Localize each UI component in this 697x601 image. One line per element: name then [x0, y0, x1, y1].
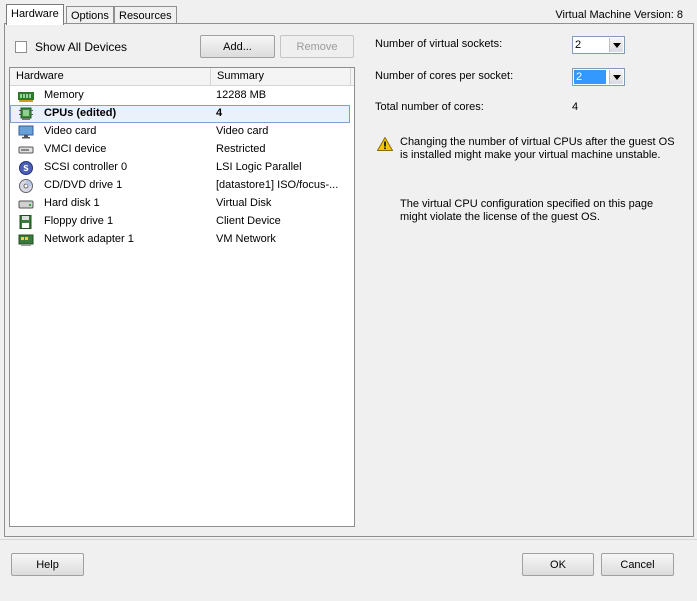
cd-icon [19, 179, 33, 193]
hardware-summary: LSI Logic Parallel [216, 161, 302, 173]
hardware-summary: Restricted [216, 143, 266, 155]
hardware-summary: 12288 MB [216, 89, 267, 101]
hardware-list[interactable]: Hardware Summary Memory 12288 MB CPUs (e… [9, 67, 355, 527]
hardware-row-floppy-drive[interactable]: Floppy drive 1 Client Device [10, 213, 354, 231]
cpu-icon [19, 107, 33, 120]
hardware-summary: Virtual Disk [216, 197, 272, 209]
license-warning: The virtual CPU configuration specified … [400, 198, 654, 223]
footer-divider [0, 539, 697, 540]
floppy-icon [19, 215, 32, 229]
ok-button[interactable]: OK [522, 553, 594, 576]
hardware-row-hard-disk[interactable]: Hard disk 1 Virtual Disk [10, 195, 354, 213]
hardware-summary: VM Network [216, 233, 276, 245]
column-header-hardware[interactable]: Hardware [10, 68, 211, 86]
scsi-icon: S [19, 161, 33, 175]
hardware-row-memory[interactable]: Memory 12288 MB [10, 87, 354, 105]
show-all-devices-label: Show All Devices [35, 40, 128, 54]
hardware-row-cpus[interactable]: CPUs (edited) 4 [10, 105, 354, 123]
show-all-devices[interactable]: Show All Devices [15, 39, 127, 55]
hardware-summary: Video card [216, 125, 269, 137]
hardware-summary: Client Device [216, 215, 281, 227]
chevron-down-icon[interactable] [609, 70, 623, 84]
disk-icon [18, 200, 34, 209]
hardware-row-video-card[interactable]: Video card Video card [10, 123, 354, 141]
warning-icon [377, 137, 393, 151]
hardware-row-network-adapter[interactable]: Network adapter 1 VM Network [10, 231, 354, 249]
memory-icon [18, 92, 34, 102]
hardware-summary: [datastore1] ISO/focus-... [216, 179, 339, 191]
hardware-name: SCSI controller 0 [44, 161, 128, 173]
remove-button[interactable]: Remove [280, 35, 354, 58]
network-icon [18, 234, 34, 246]
hardware-name: Hard disk 1 [44, 197, 100, 209]
hardware-row-vmci-device[interactable]: VMCI device Restricted [10, 141, 354, 159]
hardware-name: VMCI device [44, 143, 107, 155]
hardware-name: Memory [44, 89, 84, 101]
total-cores-label: Total number of cores: [375, 101, 484, 113]
show-all-devices-checkbox[interactable] [15, 41, 27, 53]
hardware-name: Network adapter 1 [44, 233, 134, 245]
tab-hardware[interactable]: Hardware [6, 4, 64, 25]
hardware-row-scsi-controller[interactable]: S SCSI controller 0 LSI Logic Parallel [10, 159, 354, 177]
monitor-icon [18, 125, 34, 139]
add-button[interactable]: Add... [200, 35, 275, 58]
vm-version-label: Virtual Machine Version: 8 [555, 9, 683, 21]
cores-per-socket-select[interactable]: 2 [572, 68, 625, 86]
device-icon [18, 146, 34, 154]
column-header-summary[interactable]: Summary [211, 68, 351, 86]
hardware-summary: 4 [216, 107, 223, 119]
chevron-down-icon[interactable] [609, 38, 623, 52]
sockets-select[interactable]: 2 [572, 36, 625, 54]
sockets-value: 2 [575, 39, 582, 51]
hardware-list-header: Hardware Summary [10, 68, 354, 86]
cancel-button[interactable]: Cancel [601, 553, 674, 576]
svg-text:S: S [23, 164, 29, 173]
hardware-row-cd-dvd-drive[interactable]: CD/DVD drive 1 [datastore1] ISO/focus-..… [10, 177, 354, 195]
hardware-panel: Show All Devices Add... Remove Hardware … [4, 23, 694, 537]
help-button[interactable]: Help [11, 553, 84, 576]
cores-per-socket-value: 2 [574, 70, 606, 84]
cores-per-socket-label: Number of cores per socket: [375, 70, 514, 82]
sockets-label: Number of virtual sockets: [375, 38, 503, 50]
hardware-name: Video card [44, 125, 97, 137]
cpu-change-warning: Changing the number of virtual CPUs afte… [400, 136, 675, 161]
hardware-name: CPUs (edited) [44, 107, 117, 119]
total-cores-value: 4 [572, 101, 579, 113]
hardware-name: CD/DVD drive 1 [44, 179, 123, 191]
hardware-name: Floppy drive 1 [44, 215, 114, 227]
